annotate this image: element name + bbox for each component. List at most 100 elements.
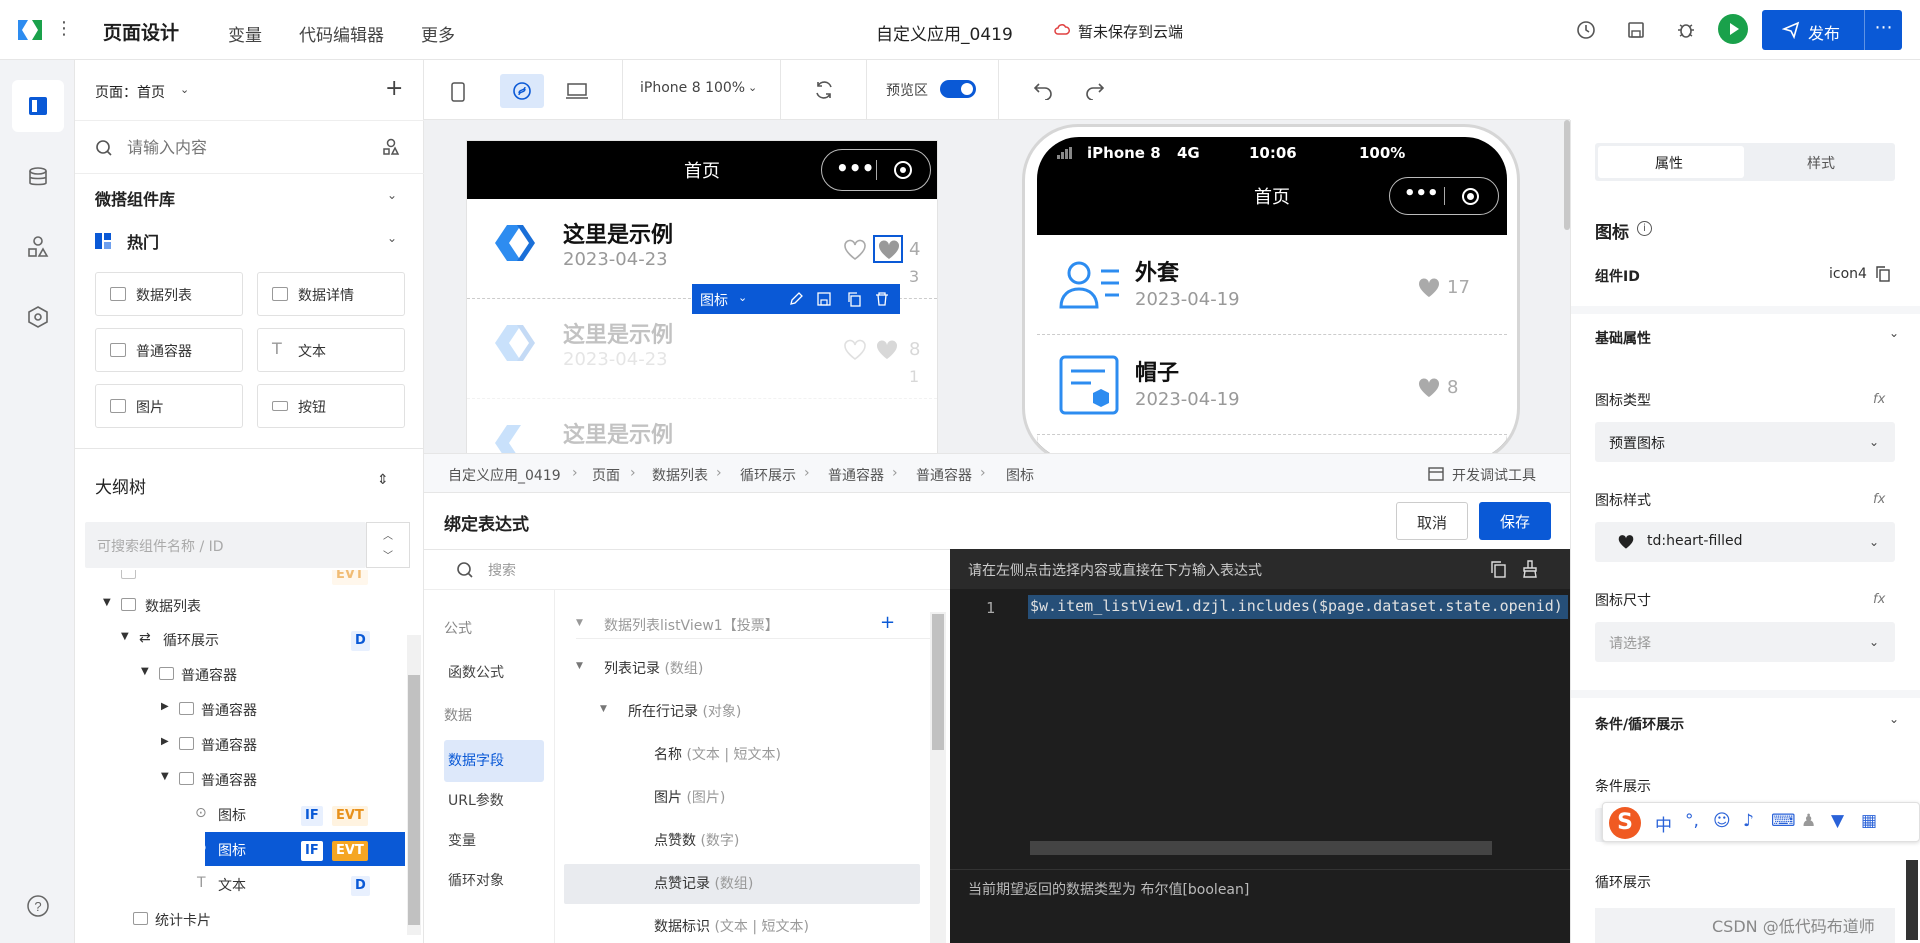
- undo-icon[interactable]: [1032, 80, 1054, 100]
- ime-grid-icon[interactable]: ▦: [1861, 811, 1877, 831]
- desktop-view-button[interactable]: [554, 74, 598, 108]
- heart-outline-icon[interactable]: [843, 339, 867, 361]
- chevron-down-icon[interactable]: ⌄: [180, 83, 189, 96]
- outline-scrollbar[interactable]: [407, 635, 421, 935]
- tab-variables[interactable]: 变量: [228, 21, 262, 46]
- field-item-active[interactable]: 点赞记录 (数组): [654, 873, 753, 893]
- basic-props-title[interactable]: 基础属性: [1595, 328, 1651, 348]
- more-dots-icon[interactable]: •••: [1404, 183, 1439, 204]
- copy-icon[interactable]: [1490, 560, 1506, 578]
- field-item[interactable]: 列表记录 (数组): [604, 658, 703, 678]
- tree-row[interactable]: T 文本 D: [75, 867, 405, 901]
- chevron-down-icon[interactable]: ⌄: [1889, 712, 1899, 726]
- redo-icon[interactable]: [1084, 80, 1106, 100]
- field-item[interactable]: 数据标识 (文本 | 短文本): [654, 916, 809, 936]
- heart-outline-icon[interactable]: [843, 239, 867, 261]
- caret-down-icon[interactable]: ▼: [121, 631, 129, 642]
- outline-search[interactable]: 可搜索组件名称 / ID: [85, 522, 366, 568]
- save-icon[interactable]: [1624, 18, 1648, 42]
- edit-icon[interactable]: [788, 291, 804, 307]
- component-filter-icon[interactable]: [381, 137, 401, 157]
- crumb-item[interactable]: 循环展示: [740, 465, 796, 485]
- refresh-icon[interactable]: [813, 79, 835, 101]
- list-card[interactable]: 这里是示例: [467, 399, 937, 453]
- component-button[interactable]: 按钮: [257, 384, 405, 428]
- delete-icon[interactable]: [874, 291, 890, 307]
- crumb-item[interactable]: 普通容器: [916, 465, 972, 485]
- preview-toggle[interactable]: [940, 80, 976, 98]
- help-icon[interactable]: ?: [25, 893, 51, 919]
- code-line[interactable]: $w.item_listView1.dzjl.includes($page.da…: [1028, 595, 1568, 619]
- mobile-view-button[interactable]: [436, 74, 480, 108]
- close-target-icon[interactable]: [1462, 188, 1479, 205]
- copy-icon[interactable]: [846, 291, 862, 307]
- database-icon[interactable]: [25, 164, 51, 190]
- fx-icon[interactable]: fx: [1873, 492, 1885, 507]
- caret-right-icon[interactable]: ▶: [161, 701, 169, 712]
- category-loop-object[interactable]: 循环对象: [448, 870, 504, 890]
- tab-props[interactable]: 属性: [1655, 153, 1683, 173]
- device-select[interactable]: iPhone 8 100%: [640, 80, 745, 96]
- heart-filled-icon[interactable]: [1417, 377, 1441, 399]
- data-search[interactable]: 搜索: [424, 550, 950, 590]
- add-page-icon[interactable]: +: [385, 76, 403, 101]
- ime-user-icon[interactable]: ♟: [1801, 811, 1816, 831]
- caret-down-icon[interactable]: ▼: [103, 597, 111, 608]
- devtools-link[interactable]: 开发调试工具: [1452, 465, 1536, 485]
- category-url-params[interactable]: URL参数: [448, 790, 504, 810]
- phone-item[interactable]: 帽子 2023-04-19 8: [1037, 335, 1507, 435]
- crumb-item[interactable]: 普通容器: [828, 465, 884, 485]
- copy-icon[interactable]: [1876, 266, 1890, 282]
- category-formula[interactable]: 函数公式: [448, 662, 504, 682]
- category-data-fields[interactable]: 数据字段: [448, 750, 504, 770]
- fx-icon[interactable]: fx: [1873, 592, 1885, 607]
- caret-right-icon[interactable]: ▶: [161, 736, 169, 747]
- cancel-button[interactable]: 取消: [1396, 502, 1468, 540]
- editor-hscroll[interactable]: [1030, 841, 1492, 855]
- tree-row[interactable]: ▶ 普通容器: [75, 692, 405, 726]
- caret-down-icon[interactable]: ▼: [161, 771, 169, 782]
- crumb-item[interactable]: 图标: [1006, 465, 1034, 485]
- rail-pages-button[interactable]: [12, 80, 64, 132]
- tab-more[interactable]: 更多: [421, 21, 455, 46]
- save-icon[interactable]: [816, 291, 832, 307]
- tree-row[interactable]: ▶ 普通容器: [75, 727, 405, 761]
- chevron-down-icon[interactable]: ⌄: [387, 188, 397, 202]
- info-icon[interactable]: i: [1637, 221, 1652, 236]
- cond-loop-title[interactable]: 条件/循环展示: [1595, 714, 1684, 734]
- scroll-thumb[interactable]: [932, 614, 944, 750]
- capsule-menu[interactable]: •••: [1389, 177, 1499, 215]
- close-target-icon[interactable]: [894, 161, 912, 179]
- heart-filled-icon[interactable]: [873, 235, 903, 263]
- fields-scrollbar[interactable]: [930, 612, 946, 943]
- chevron-down-icon[interactable]: ⌄: [738, 291, 747, 304]
- save-button[interactable]: 保存: [1479, 502, 1551, 540]
- history-icon[interactable]: [1574, 18, 1598, 42]
- publish-button[interactable]: 发布 ⋯: [1762, 10, 1902, 50]
- field-item[interactable]: 所在行记录 (对象): [628, 701, 741, 721]
- ime-lang[interactable]: 中: [1655, 811, 1672, 836]
- fx-icon[interactable]: fx: [1873, 392, 1885, 407]
- icon-size-select[interactable]: 请选择 ⌄: [1595, 622, 1895, 662]
- miniprogram-view-button[interactable]: [500, 74, 544, 108]
- component-container[interactable]: 普通容器: [95, 328, 243, 372]
- crumb-item[interactable]: 数据列表: [652, 465, 708, 485]
- more-dots-icon[interactable]: •••: [836, 156, 874, 180]
- tab-code-editor[interactable]: 代码编辑器: [299, 21, 384, 46]
- ime-keyboard-icon[interactable]: ⌨: [1771, 811, 1796, 831]
- expression-editor[interactable]: 请在左侧点击选择内容或直接在下方输入表达式 1 $w.item_listView…: [950, 549, 1570, 943]
- tree-row[interactable]: ▼ 普通容器: [75, 657, 405, 691]
- caret-down-icon[interactable]: ▼: [600, 704, 607, 714]
- category-variables[interactable]: 变量: [448, 830, 476, 850]
- phone-item[interactable]: 外套 2023-04-19 17: [1037, 235, 1507, 335]
- heart-filled-icon[interactable]: [1417, 277, 1441, 299]
- chevron-down-icon[interactable]: ⌄: [748, 81, 757, 94]
- field-item[interactable]: 名称 (文本 | 短文本): [654, 744, 781, 764]
- icon-style-select[interactable]: td:heart-filled ⌄: [1595, 522, 1895, 562]
- ime-punct-icon[interactable]: °,: [1685, 811, 1699, 831]
- settings-hex-icon[interactable]: [25, 304, 51, 330]
- tree-row[interactable]: ▼ 普通容器: [75, 762, 405, 796]
- scroll-thumb[interactable]: [408, 675, 420, 925]
- add-icon[interactable]: +: [880, 612, 895, 633]
- chevron-up-icon[interactable]: ︿: [383, 527, 393, 542]
